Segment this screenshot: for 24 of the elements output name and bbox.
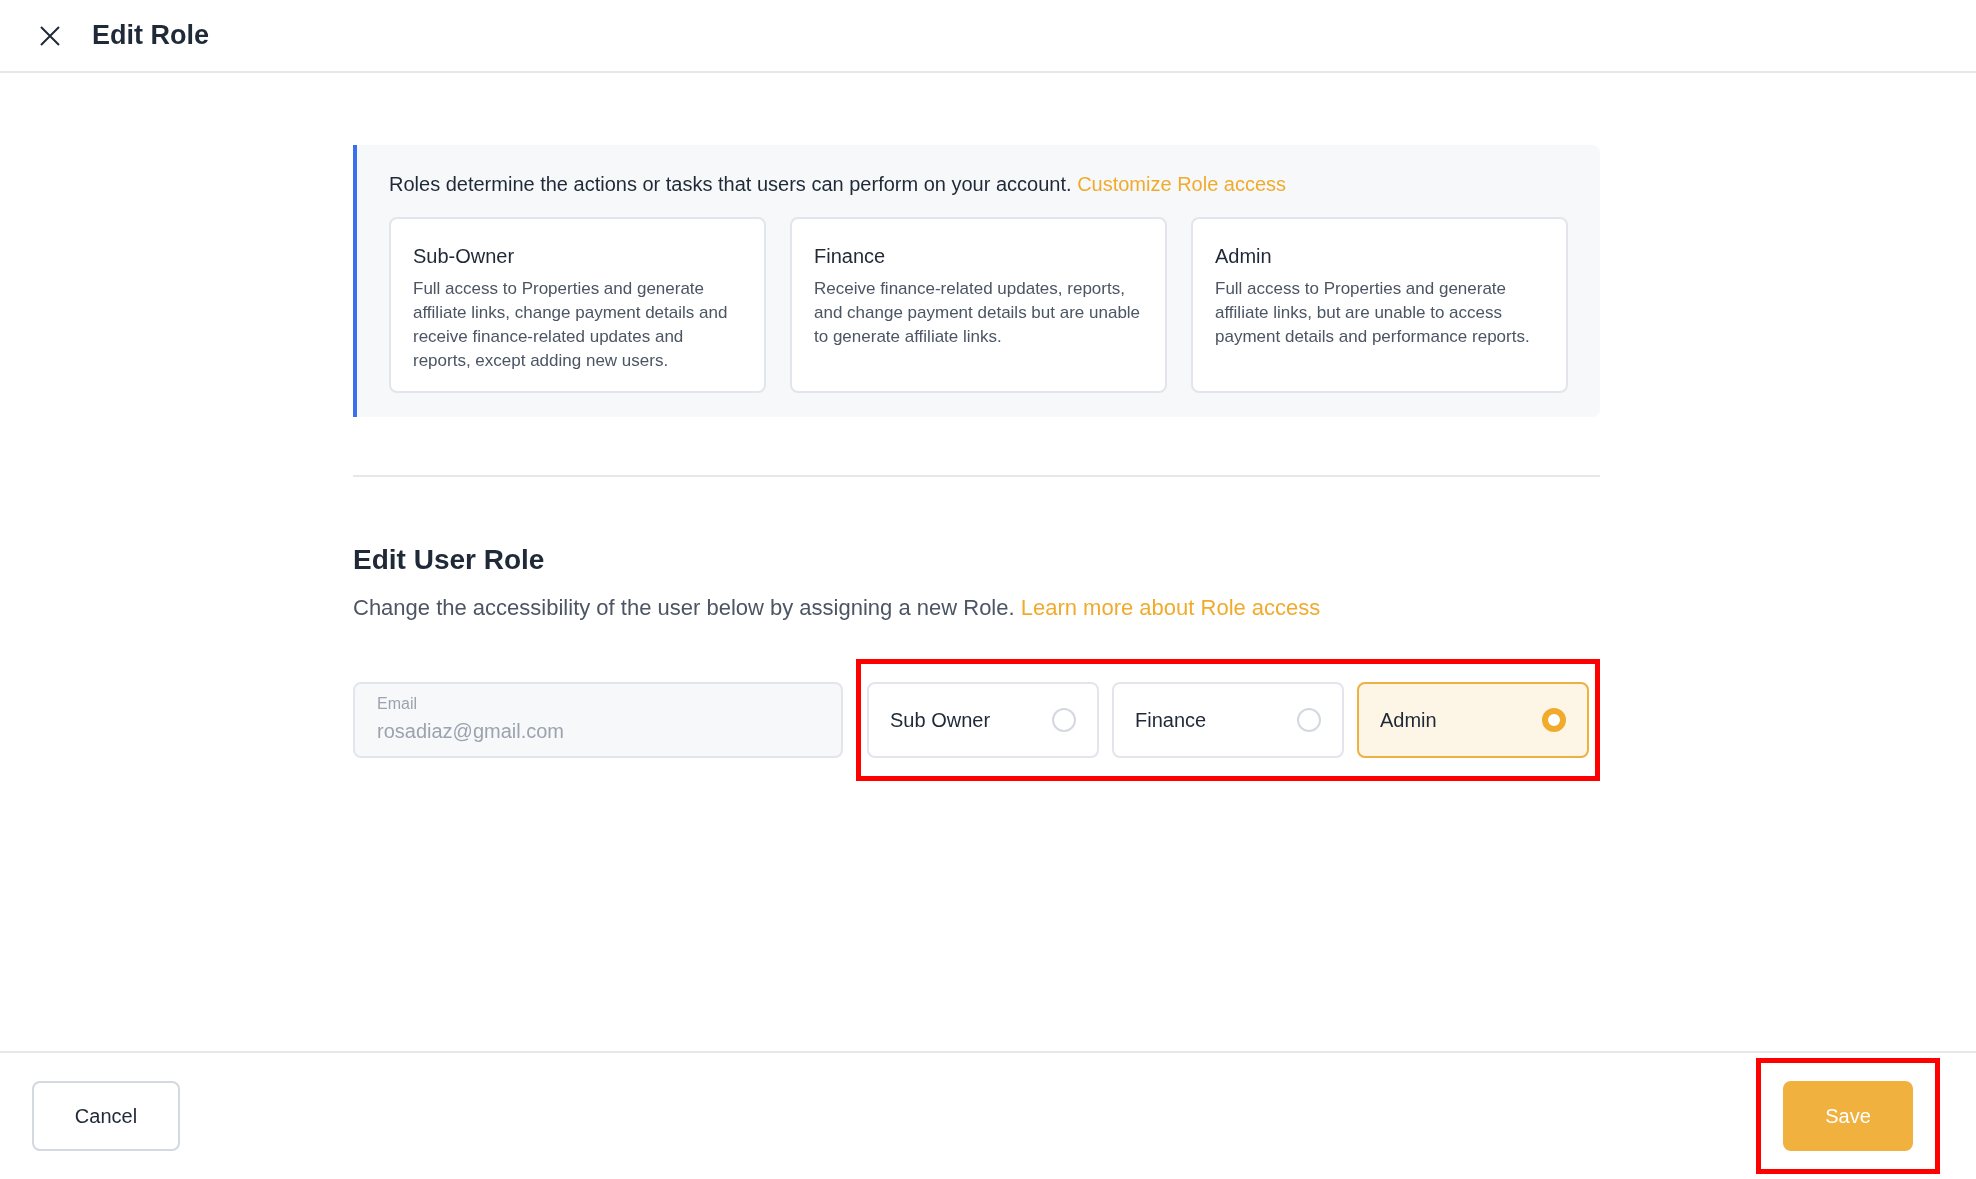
email-input[interactable]: rosadiaz@gmail.com (377, 716, 819, 746)
learn-more-link[interactable]: Learn more about Role access (1020, 595, 1321, 620)
role-option[interactable]: Admin (1357, 682, 1589, 758)
role-card-title: Admin (1215, 244, 1273, 269)
role-option[interactable]: Sub Owner (867, 682, 1099, 758)
close-icon (38, 23, 62, 48)
radio-icon (1052, 708, 1076, 732)
role-card-description: Full access to Properties and generate affiliate links, change payment details and receive finance-related updates and reports, except adding new users. (413, 278, 729, 372)
role-card-description: Full access to Properties and generate affiliate links, but are unable to access payment details and performance reports. (1215, 278, 1531, 348)
role-card-title: Sub-Owner (413, 244, 516, 269)
email-field[interactable]: Email rosadiaz@gmail.com (353, 682, 843, 758)
save-button[interactable]: Save (1783, 1081, 1913, 1151)
info-text: Roles determine the actions or tasks that users can perform on your account. Customize Role access (389, 172, 1288, 197)
section-title: Edit User Role (353, 543, 546, 577)
email-label: Email (377, 694, 418, 714)
page-title: Edit Role (92, 19, 209, 53)
cancel-button[interactable]: Cancel (32, 1081, 180, 1151)
role-card-description: Receive finance-related updates, reports, and change payment details but are unable to generate affiliate links. (814, 278, 1142, 348)
role-option[interactable]: Finance (1112, 682, 1344, 758)
section-description: Change the accessibility of the user below by assigning a new Role. Learn more about Role access (353, 594, 1322, 622)
role-card-title: Finance (814, 244, 887, 269)
radio-selected-icon (1542, 708, 1566, 732)
radio-icon (1297, 708, 1321, 732)
customize-link[interactable]: Customize Role access (1077, 173, 1287, 195)
